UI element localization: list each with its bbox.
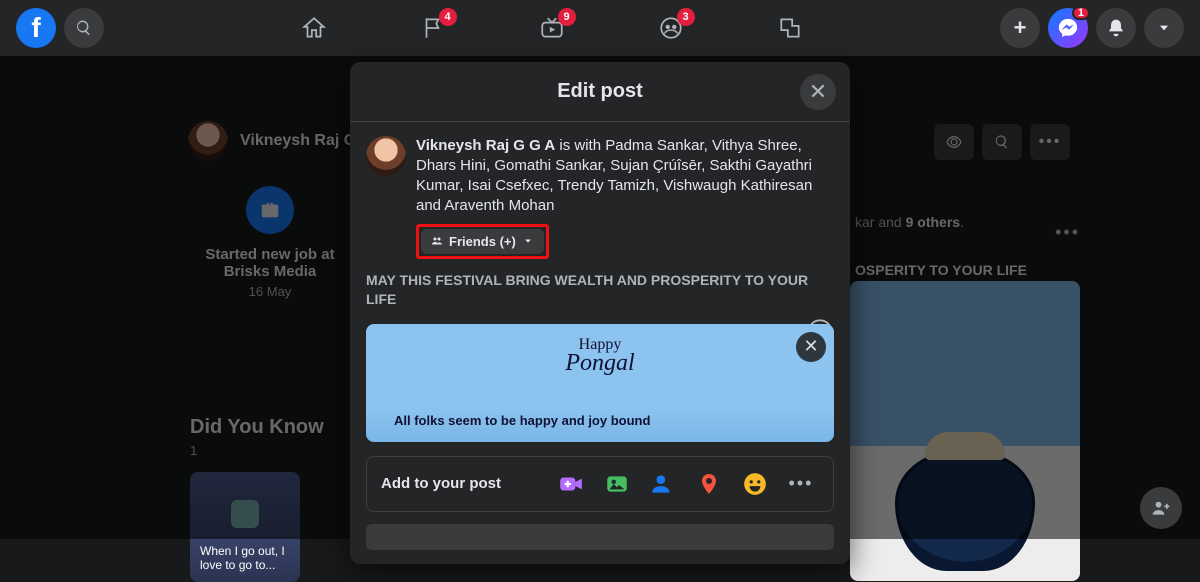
plus-icon: + xyxy=(1014,15,1027,41)
nav-gaming[interactable] xyxy=(735,2,846,54)
more-options-button[interactable]: ••• xyxy=(783,466,819,502)
caret-down-icon xyxy=(1157,21,1171,35)
home-icon xyxy=(301,15,327,41)
pages-badge: 4 xyxy=(439,8,457,26)
feeling-icon xyxy=(742,471,768,497)
video-plus-icon xyxy=(558,471,584,497)
feeling-button[interactable] xyxy=(737,466,773,502)
post-text-input[interactable]: MAY THIS FESTIVAL BRING WEALTH AND PROSP… xyxy=(366,271,834,310)
tag-person-icon xyxy=(650,471,676,497)
edit-post-modal: Edit post ✕ Vikneysh Raj G G A is with P… xyxy=(350,62,850,564)
nav-groups[interactable]: 3 xyxy=(616,2,727,54)
add-video-room-button[interactable] xyxy=(553,466,589,502)
audience-label: Friends (+) xyxy=(449,234,516,249)
remove-attachment-button[interactable]: ✕ xyxy=(796,332,826,362)
caret-down-icon xyxy=(522,235,534,247)
check-in-button[interactable] xyxy=(691,466,727,502)
search-icon xyxy=(75,19,93,37)
watch-badge: 9 xyxy=(558,8,576,26)
attached-image[interactable]: ✕ Happy Pongal All folks seem to be happ… xyxy=(366,324,834,442)
dyk-card-text: When I go out, I love to go to... xyxy=(200,544,290,572)
nav-center: 4 9 3 xyxy=(104,2,1000,54)
create-button[interactable]: + xyxy=(1000,8,1040,48)
modal-body: Vikneysh Raj G G A is with Padma Sankar,… xyxy=(350,122,850,261)
groups-badge: 3 xyxy=(677,8,695,26)
people-plus-icon xyxy=(1151,498,1171,518)
modal-header: Edit post ✕ xyxy=(350,62,850,122)
nav-right: + 1 xyxy=(1000,8,1184,48)
nav-home[interactable] xyxy=(259,2,370,54)
gaming-icon xyxy=(777,15,803,41)
messenger-button[interactable]: 1 xyxy=(1048,8,1088,48)
notifications-button[interactable] xyxy=(1096,8,1136,48)
add-to-post-row: Add to your post ••• xyxy=(366,456,834,512)
nav-pages[interactable]: 4 xyxy=(378,2,489,54)
more-icon: ••• xyxy=(789,473,814,494)
close-button[interactable]: ✕ xyxy=(800,74,836,110)
top-nav: f 4 9 3 + 1 xyxy=(0,0,1200,56)
add-photo-button[interactable] xyxy=(599,466,635,502)
facebook-logo[interactable]: f xyxy=(16,8,56,48)
modal-title: Edit post xyxy=(557,80,643,103)
photo-icon xyxy=(604,471,630,497)
messenger-badge: 1 xyxy=(1072,6,1090,20)
author-with-text: Vikneysh Raj G G A is with Padma Sankar,… xyxy=(416,136,834,216)
location-icon xyxy=(697,472,721,496)
add-to-post-label: Add to your post xyxy=(381,475,543,492)
bell-icon xyxy=(1106,18,1126,38)
author-name[interactable]: Vikneysh Raj G G A xyxy=(416,137,555,154)
audience-highlight: Friends (+) xyxy=(416,224,549,259)
nav-watch[interactable]: 9 xyxy=(497,2,608,54)
account-button[interactable] xyxy=(1144,8,1184,48)
attach-text-2: Pongal xyxy=(366,350,834,377)
messenger-icon xyxy=(1057,17,1079,39)
new-message-button[interactable] xyxy=(1140,487,1182,529)
audience-selector[interactable]: Friends (+) xyxy=(421,229,544,254)
author-avatar[interactable] xyxy=(366,136,406,176)
search-button[interactable] xyxy=(64,8,104,48)
save-button[interactable] xyxy=(366,524,834,550)
tag-people-button[interactable] xyxy=(645,466,681,502)
attach-text-3: All folks seem to be happy and joy bound xyxy=(394,413,650,428)
close-icon: ✕ xyxy=(809,79,827,105)
friends-icon xyxy=(431,235,443,247)
close-icon: ✕ xyxy=(803,336,818,357)
